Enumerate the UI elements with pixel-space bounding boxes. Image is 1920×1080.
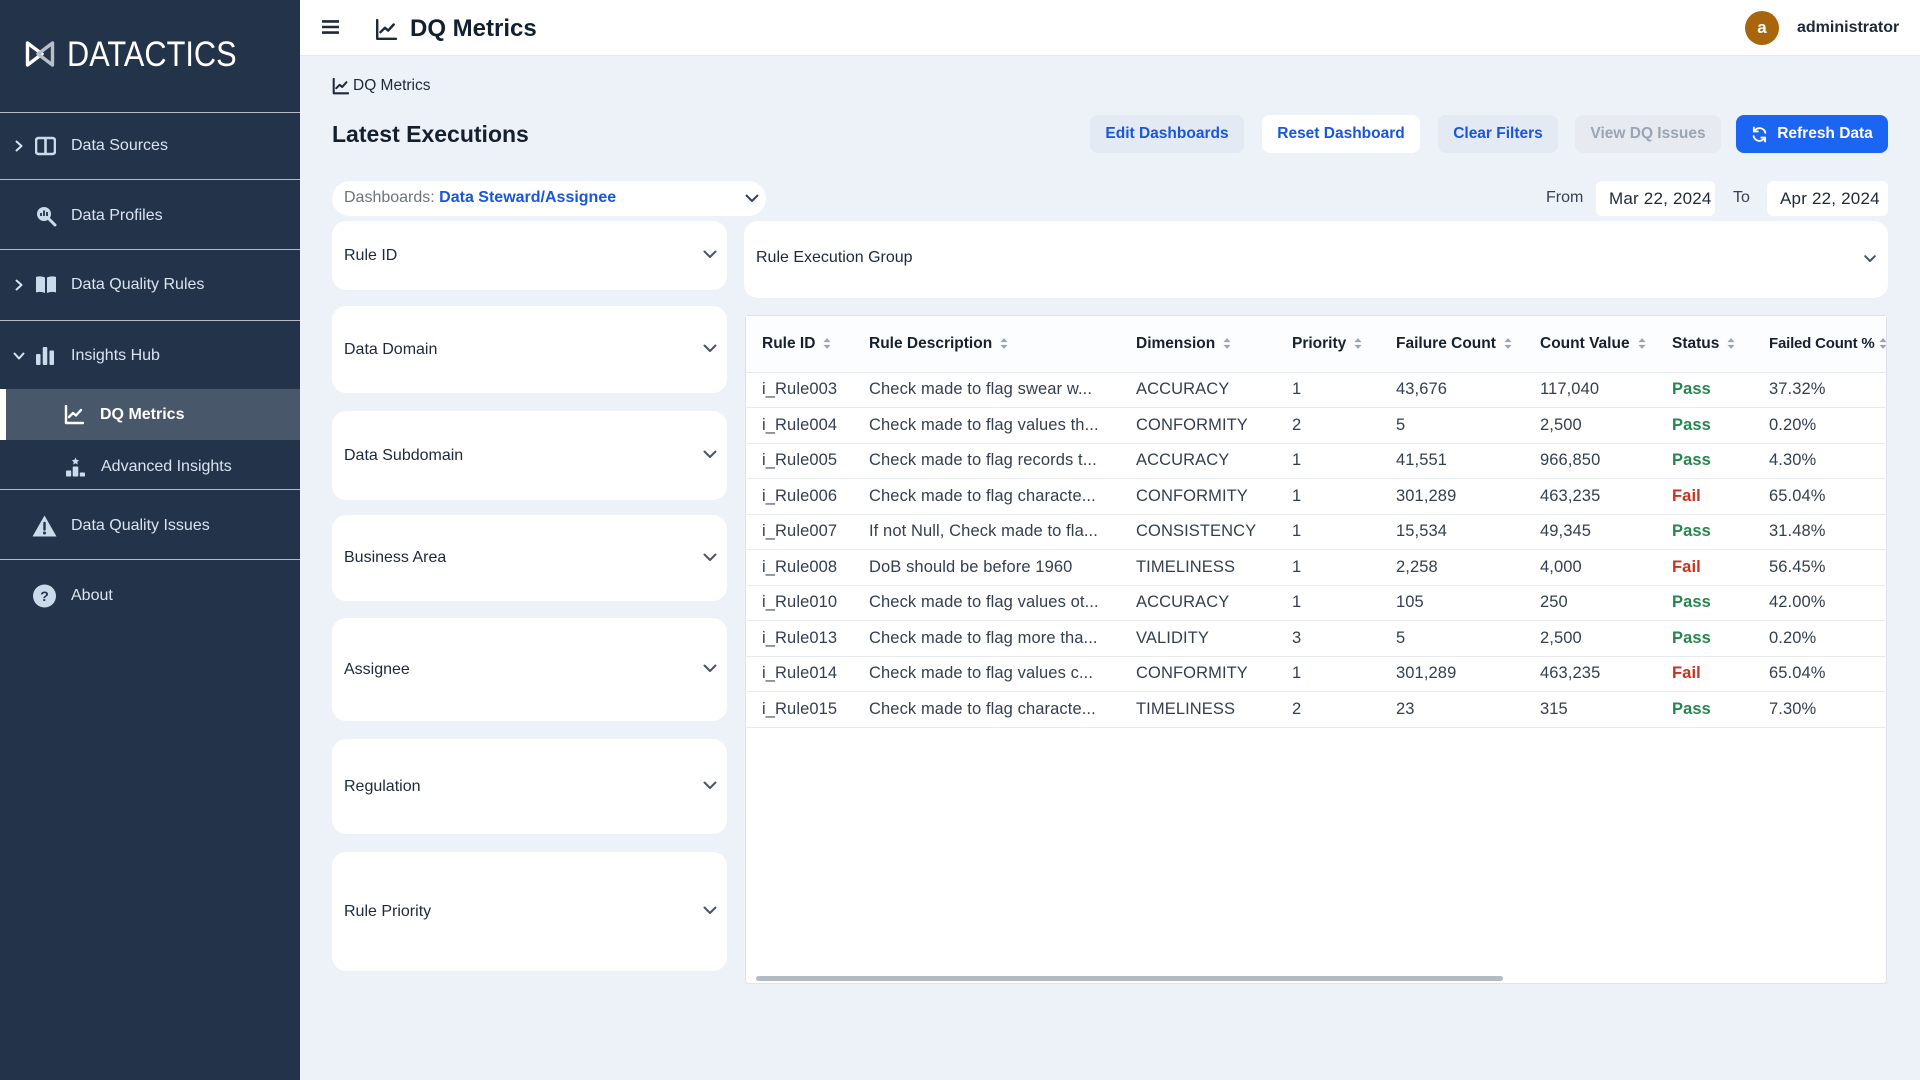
- svg-text:?: ?: [40, 588, 49, 604]
